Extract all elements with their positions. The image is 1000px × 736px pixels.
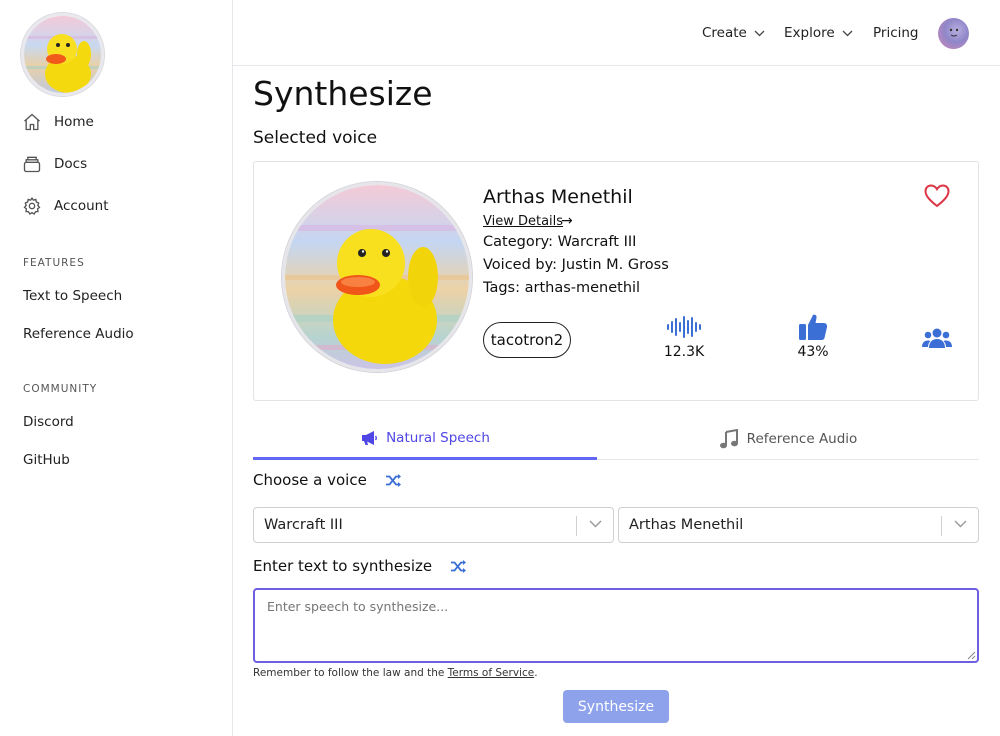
sidebar-item-label: Account (54, 198, 109, 214)
rubber-duck-logo[interactable] (21, 13, 104, 96)
top-navbar: Create Explore Pricing (233, 0, 1000, 66)
main-content: Synthesize Selected voice Arthas Menethi… (233, 66, 1000, 736)
sidebar: Home Docs Account FEATURES Text to Speec… (0, 0, 233, 736)
enter-text-label: Enter text to synthesize (253, 557, 467, 575)
uses-count: 12.3K (663, 344, 705, 360)
pricing-link[interactable]: Pricing (873, 25, 919, 41)
chevron-down-icon (954, 520, 967, 528)
shuffle-icon[interactable] (385, 473, 402, 488)
chevron-down-icon (754, 30, 765, 36)
category-select-value: Warcraft III (264, 517, 343, 533)
voice-category: Category: Warcraft III (483, 234, 637, 250)
voice-tags: Tags: arthas-menethil (483, 280, 641, 296)
docs-icon (23, 156, 41, 173)
sidebar-item-docs[interactable]: Docs (22, 154, 87, 174)
tab-label: Natural Speech (386, 429, 490, 446)
waveform-icon (667, 316, 701, 338)
community-section-label: COMMUNITY (23, 383, 98, 395)
sidebar-item-account[interactable]: Account (22, 196, 109, 216)
chevron-down-icon (589, 520, 602, 528)
selected-voice-heading: Selected voice (253, 128, 378, 148)
arrow-right-icon: → (561, 213, 573, 229)
choose-voice-label: Choose a voice (253, 471, 402, 489)
uses-stat: 12.3K (659, 315, 709, 360)
rating-stat: 43% (788, 312, 838, 360)
view-details-link[interactable]: View Details (483, 214, 563, 229)
page-title: Synthesize (253, 74, 433, 113)
users-group-icon[interactable] (922, 327, 952, 353)
terms-of-service-link[interactable]: Terms of Service (448, 667, 535, 679)
tab-label: Reference Audio (746, 430, 858, 447)
speech-text-input[interactable] (253, 588, 979, 663)
shuffle-icon[interactable] (450, 559, 467, 574)
voice-voiced-by: Voiced by: Justin M. Gross (483, 257, 669, 273)
select-separator (576, 516, 577, 536)
category-select[interactable]: Warcraft III (253, 507, 614, 543)
sidebar-item-home[interactable]: Home (22, 112, 94, 132)
features-section-label: FEATURES (23, 257, 85, 269)
explore-menu[interactable]: Explore (784, 25, 853, 41)
user-avatar[interactable] (938, 18, 969, 49)
select-separator (941, 516, 942, 536)
terms-disclaimer: Remember to follow the law and the Terms… (253, 667, 538, 679)
sidebar-item-label: Home (54, 114, 94, 130)
sidebar-item-reference-audio[interactable]: Reference Audio (23, 326, 134, 342)
music-note-icon (719, 428, 738, 448)
enter-text-text: Enter text to synthesize (253, 557, 433, 575)
tab-natural-speech[interactable]: Natural Speech (253, 418, 597, 460)
model-badge: tacotron2 (483, 322, 571, 358)
voice-avatar (282, 182, 472, 372)
thumbs-up-icon[interactable] (798, 312, 828, 342)
disclaimer-text: Remember to follow the law and the (253, 667, 448, 679)
chevron-down-icon (842, 30, 853, 36)
sidebar-item-github[interactable]: GitHub (23, 452, 70, 468)
create-menu[interactable]: Create (702, 25, 765, 41)
gear-icon (23, 196, 41, 215)
rating-percent: 43% (797, 344, 829, 360)
voice-card: Arthas Menethil View Details → Category:… (253, 161, 979, 401)
sidebar-item-text-to-speech[interactable]: Text to Speech (23, 288, 122, 304)
choose-voice-text: Choose a voice (253, 471, 367, 489)
voice-select-value: Arthas Menethil (629, 517, 744, 533)
tab-reference-audio[interactable]: Reference Audio (597, 418, 979, 460)
sidebar-item-label: Docs (54, 156, 88, 172)
resize-handle-icon[interactable] (967, 651, 976, 660)
sidebar-item-discord[interactable]: Discord (23, 414, 74, 430)
home-icon (24, 113, 40, 131)
create-label: Create (702, 25, 747, 41)
disclaimer-suffix: . (534, 667, 538, 679)
megaphone-icon (362, 430, 378, 445)
voice-name: Arthas Menethil (483, 186, 633, 208)
explore-label: Explore (784, 25, 835, 41)
voice-select[interactable]: Arthas Menethil (618, 507, 979, 543)
synthesize-button[interactable]: Synthesize (563, 690, 669, 723)
favorite-heart-icon[interactable] (924, 184, 950, 212)
